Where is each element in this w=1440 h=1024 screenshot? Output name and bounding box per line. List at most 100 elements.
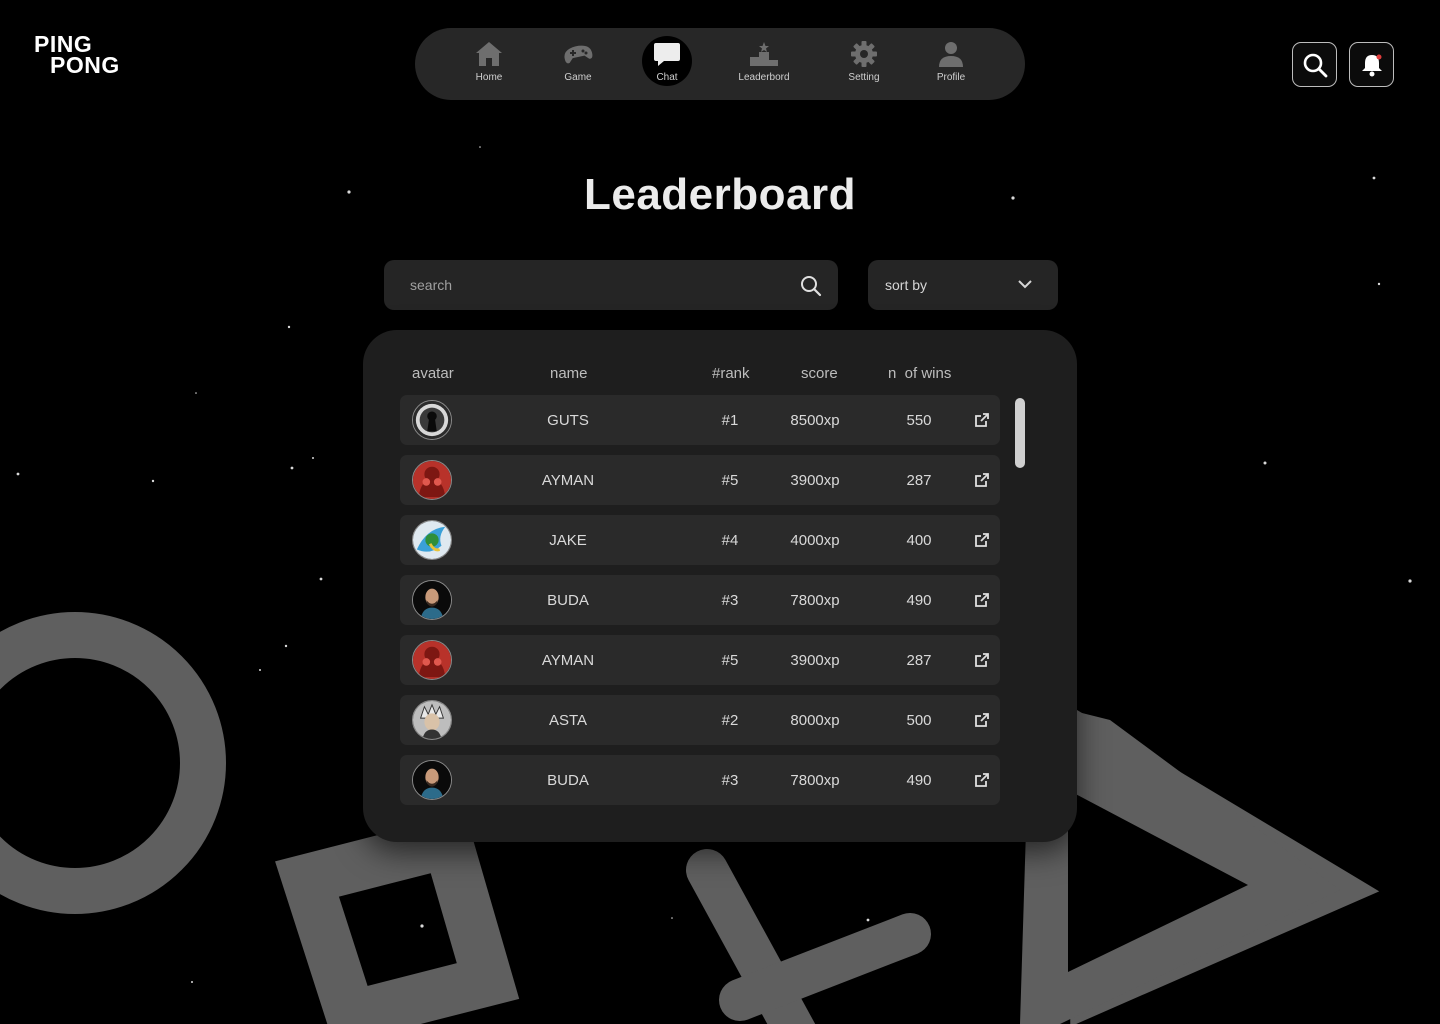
player-rank: #1 xyxy=(721,412,739,429)
player-name: GUTS xyxy=(547,412,589,429)
player-name: JAKE xyxy=(549,532,587,549)
sort-label: sort by xyxy=(885,277,928,293)
player-score: 7800xp xyxy=(790,772,840,789)
table-row[interactable]: AYMAN #5 3900xp 287 xyxy=(400,635,1000,685)
open-profile-icon[interactable] xyxy=(974,772,990,788)
open-profile-button[interactable] xyxy=(974,592,990,613)
table-row[interactable]: BUDA #3 7800xp 490 xyxy=(400,755,1000,805)
header-rank: #rank xyxy=(712,365,750,382)
header-wins: n of wins xyxy=(888,365,952,382)
open-profile-button[interactable] xyxy=(974,532,990,553)
avatar[interactable] xyxy=(412,460,452,500)
avatar[interactable] xyxy=(412,760,452,800)
search-icon xyxy=(1303,53,1327,77)
avatar[interactable] xyxy=(412,400,452,440)
header-search-button[interactable] xyxy=(1292,42,1337,87)
chevron-down-icon xyxy=(1018,280,1032,289)
player-rank: #3 xyxy=(721,772,739,789)
header-name: name xyxy=(550,365,588,382)
nav-profile-label: Profile xyxy=(936,72,966,83)
player-name: AYMAN xyxy=(541,652,595,669)
player-score: 7800xp xyxy=(790,592,840,609)
open-profile-icon[interactable] xyxy=(974,472,990,488)
nav-setting[interactable]: Setting xyxy=(819,40,909,90)
avatar[interactable] xyxy=(412,640,452,680)
player-wins: 400 xyxy=(906,532,932,549)
avatar[interactable] xyxy=(412,520,452,560)
search-input[interactable] xyxy=(410,260,790,310)
table-row[interactable]: GUTS #1 8500xp 550 xyxy=(400,395,1000,445)
player-name: BUDA xyxy=(547,772,589,789)
header-score: score xyxy=(801,365,838,382)
gamepad-icon xyxy=(564,45,593,64)
avatar[interactable] xyxy=(412,700,452,740)
player-wins: 490 xyxy=(906,772,932,789)
user-icon xyxy=(939,42,963,67)
table-row[interactable]: BUDA #3 7800xp 490 xyxy=(400,575,1000,625)
player-rank: #4 xyxy=(721,532,739,549)
player-score: 3900xp xyxy=(790,652,840,669)
open-profile-icon[interactable] xyxy=(974,532,990,548)
open-profile-icon[interactable] xyxy=(974,412,990,428)
avatar-image xyxy=(413,401,451,439)
player-score: 4000xp xyxy=(790,532,840,549)
nav-game-label: Game xyxy=(564,72,592,83)
nav-home-label: Home xyxy=(475,72,503,83)
avatar-image xyxy=(413,761,451,799)
open-profile-icon[interactable] xyxy=(974,712,990,728)
player-wins: 500 xyxy=(906,712,932,729)
player-name: BUDA xyxy=(547,592,589,609)
home-icon xyxy=(476,42,502,66)
player-wins: 550 xyxy=(906,412,932,429)
player-score: 8500xp xyxy=(790,412,840,429)
bell-icon xyxy=(1361,54,1382,76)
nav-chat[interactable]: Chat xyxy=(622,40,712,90)
notifications-button[interactable] xyxy=(1349,42,1394,87)
header-avatar: avatar xyxy=(412,365,454,382)
player-wins: 287 xyxy=(906,472,932,489)
table-row[interactable]: AYMAN #5 3900xp 287 xyxy=(400,455,1000,505)
player-name: AYMAN xyxy=(541,472,595,489)
chat-icon xyxy=(654,43,680,66)
avatar-image xyxy=(413,581,451,619)
nav-game[interactable]: Game xyxy=(533,40,623,90)
table-header: avatar name #rank score n of wins xyxy=(0,365,1440,385)
player-score: 3900xp xyxy=(790,472,840,489)
leaderboard-search xyxy=(384,260,838,310)
table-row[interactable]: ASTA #2 8000xp 500 xyxy=(400,695,1000,745)
player-wins: 490 xyxy=(906,592,932,609)
app-logo[interactable]: PING PONG xyxy=(34,33,120,78)
player-name: ASTA xyxy=(548,712,588,729)
player-rank: #3 xyxy=(721,592,739,609)
player-wins: 287 xyxy=(906,652,932,669)
table-scrollbar[interactable] xyxy=(1015,398,1025,468)
nav-profile[interactable]: Profile xyxy=(906,40,996,90)
avatar-image xyxy=(413,701,451,739)
logo-line-2: PONG xyxy=(50,52,120,78)
open-profile-icon[interactable] xyxy=(974,652,990,668)
page-title: Leaderboard xyxy=(583,170,856,219)
player-rank: #2 xyxy=(721,712,739,729)
player-rank: #5 xyxy=(721,472,739,489)
open-profile-button[interactable] xyxy=(974,472,990,493)
sort-dropdown[interactable]: sort by xyxy=(868,260,1058,310)
nav-leaderboard[interactable]: Leaderbord xyxy=(719,40,809,90)
open-profile-button[interactable] xyxy=(974,652,990,673)
table-row[interactable]: JAKE #4 4000xp 400 xyxy=(400,515,1000,565)
avatar-image xyxy=(413,641,451,679)
open-profile-icon[interactable] xyxy=(974,592,990,608)
open-profile-button[interactable] xyxy=(974,712,990,733)
open-profile-button[interactable] xyxy=(974,412,990,433)
nav-setting-label: Setting xyxy=(848,72,880,83)
nav-chat-label: Chat xyxy=(656,72,678,83)
search-icon[interactable] xyxy=(800,275,822,297)
nav-leaderboard-label: Leaderbord xyxy=(738,72,790,83)
nav-home[interactable]: Home xyxy=(444,40,534,90)
player-rank: #5 xyxy=(721,652,739,669)
gear-icon xyxy=(851,41,877,67)
open-profile-button[interactable] xyxy=(974,772,990,793)
avatar-image xyxy=(413,521,451,559)
avatar[interactable] xyxy=(412,580,452,620)
avatar-image xyxy=(413,461,451,499)
podium-icon xyxy=(750,42,778,66)
